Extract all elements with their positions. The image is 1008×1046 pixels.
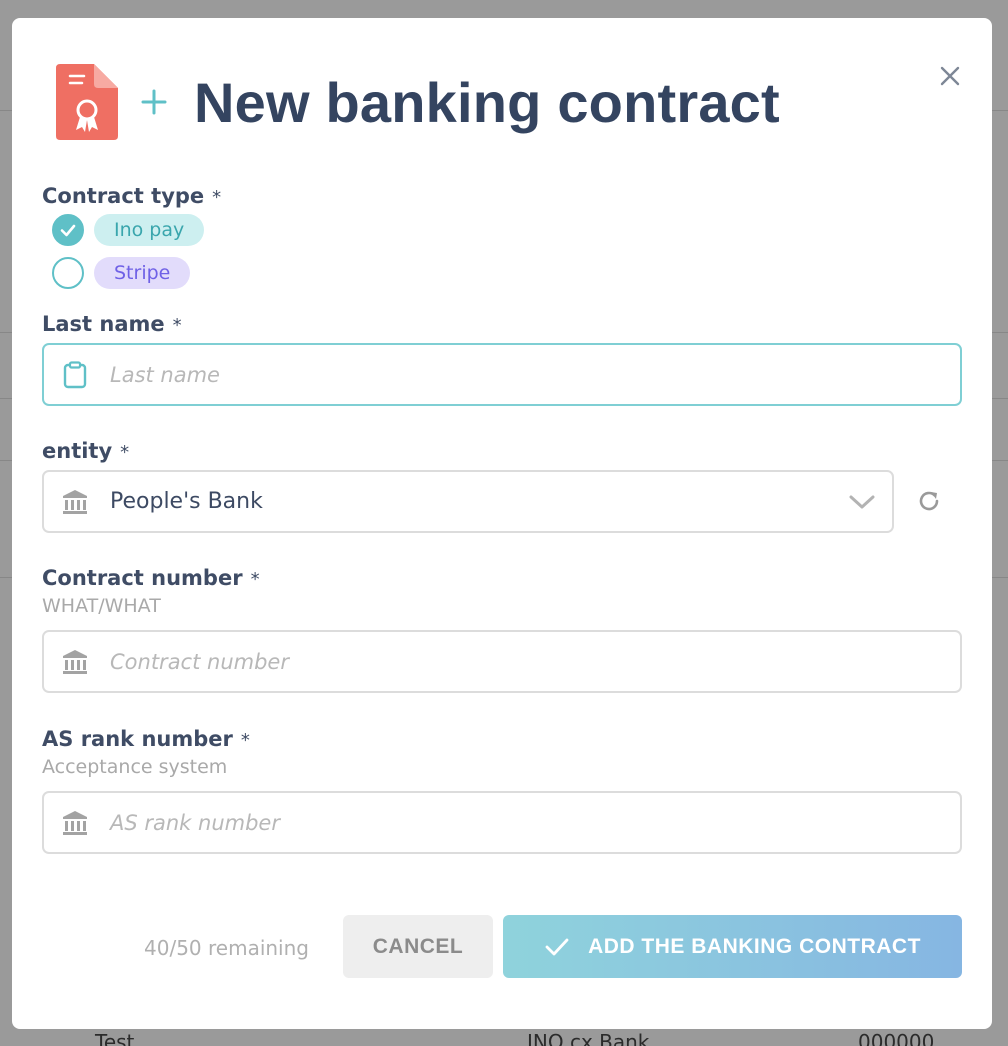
contract-number-placeholder: Contract number [110, 649, 289, 674]
modal-title: New banking contract [194, 70, 780, 134]
check-icon [60, 224, 76, 237]
contract-type-option-stripe[interactable]: Stripe [52, 257, 191, 289]
refresh-icon[interactable] [916, 488, 942, 514]
ino-pay-chip[interactable]: Ino pay [94, 214, 205, 246]
plus-icon [141, 89, 167, 115]
contract-number-label: Contract number * [42, 566, 260, 590]
bank-icon [63, 489, 87, 514]
remaining-counter: 40/50 remaining [144, 936, 309, 960]
background-cell: INO cx Bank [527, 1030, 650, 1046]
entity-selected-value: People's Bank [110, 489, 263, 514]
check-icon [545, 938, 569, 955]
last-name-field[interactable]: Last name [42, 343, 962, 406]
radio-unchecked[interactable] [52, 257, 84, 289]
last-name-placeholder: Last name [110, 362, 220, 387]
contract-type-option-ino-pay[interactable]: Ino pay [52, 214, 205, 246]
required-mark: * [240, 730, 250, 751]
bank-icon [63, 810, 87, 835]
stripe-chip[interactable]: Stripe [94, 257, 191, 289]
close-button[interactable] [936, 62, 964, 90]
contract-number-field[interactable]: Contract number [42, 630, 962, 693]
bank-icon [63, 649, 87, 674]
entity-label: entity * [42, 439, 129, 463]
add-contract-button[interactable]: ADD THE BANKING CONTRACT [503, 915, 962, 978]
entity-label-text: entity [42, 439, 113, 463]
clipboard-icon [63, 360, 87, 388]
required-mark: * [250, 569, 260, 590]
close-icon [940, 66, 960, 86]
contract-type-label-text: Contract type [42, 184, 205, 208]
required-mark: * [172, 315, 182, 336]
as-rank-hint: Acceptance system [42, 756, 228, 778]
contract-number-label-text: Contract number [42, 566, 243, 590]
required-mark: * [120, 442, 130, 463]
as-rank-placeholder: AS rank number [110, 810, 280, 835]
required-mark: * [212, 187, 222, 208]
chevron-down-icon [849, 495, 875, 509]
background-cell: Test [95, 1030, 135, 1046]
certificate-document-icon [56, 64, 118, 140]
contract-type-label: Contract type * [42, 184, 221, 208]
background-cell: 000000 [858, 1030, 935, 1046]
last-name-label-text: Last name [42, 312, 165, 336]
as-rank-field[interactable]: AS rank number [42, 791, 962, 854]
contract-number-hint: WHAT/WHAT [42, 595, 161, 617]
as-rank-label: AS rank number * [42, 727, 250, 751]
entity-select[interactable]: People's Bank [42, 470, 894, 533]
as-rank-label-text: AS rank number [42, 727, 233, 751]
new-contract-modal: New banking contract Contract type * Ino … [12, 18, 992, 1029]
modal-header: New banking contract [56, 64, 780, 140]
radio-checked[interactable] [52, 214, 84, 246]
add-contract-button-label: ADD THE BANKING CONTRACT [588, 934, 921, 958]
cancel-button[interactable]: CANCEL [343, 915, 493, 978]
last-name-label: Last name * [42, 312, 182, 336]
